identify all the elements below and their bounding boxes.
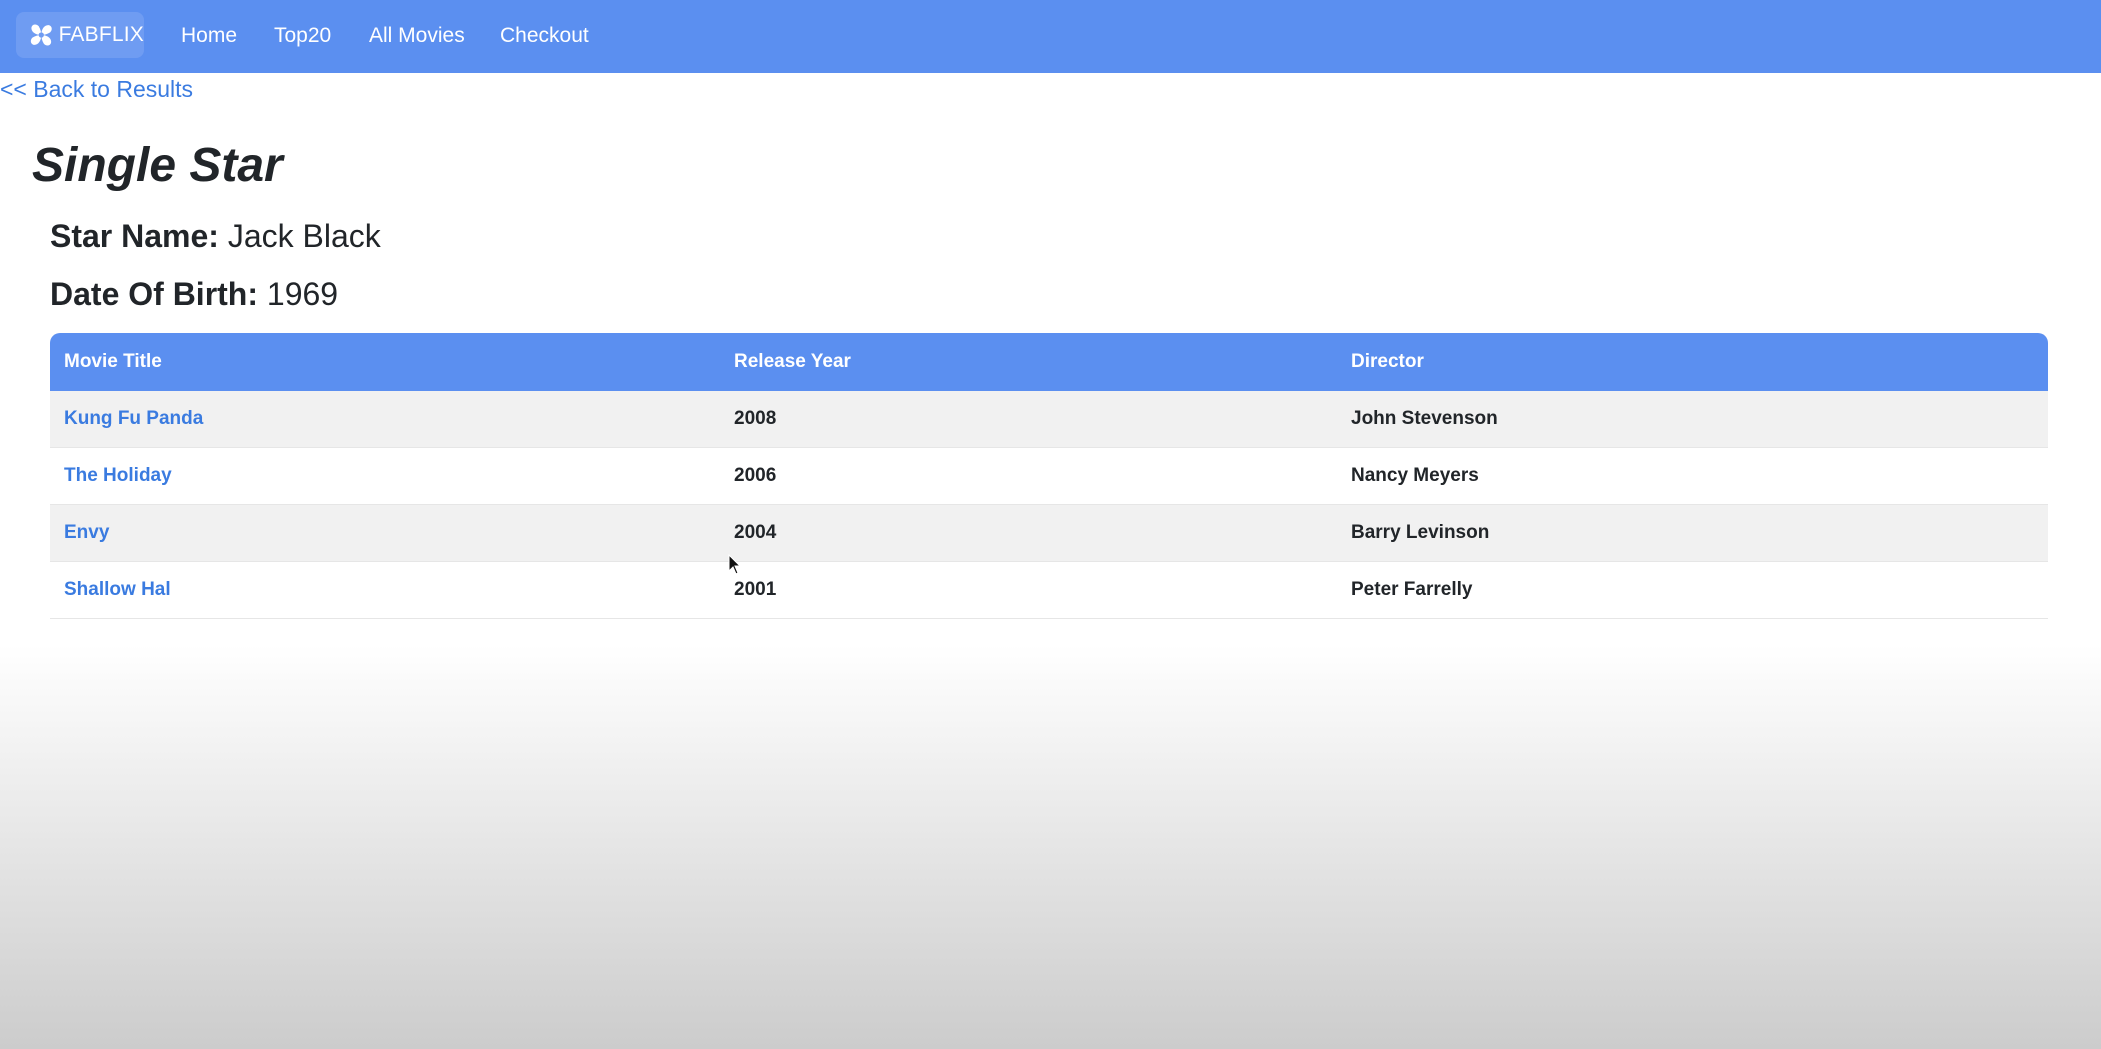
movie-title-link[interactable]: The Holiday bbox=[64, 465, 172, 486]
table-header-row: Movie Title Release Year Director bbox=[50, 333, 2048, 391]
release-year-cell: 2001 bbox=[720, 561, 1337, 619]
nav-top20-link[interactable]: Top20 bbox=[274, 22, 331, 50]
director-cell: Nancy Meyers bbox=[1337, 447, 2048, 505]
table-row: Envy 2004 Barry Levinson bbox=[50, 504, 2048, 562]
navbar: FABFLIX Home Top20 All Movies Checkout bbox=[0, 0, 2101, 73]
table-row: Kung Fu Panda 2008 John Stevenson bbox=[50, 391, 2048, 448]
nav-home-link[interactable]: Home bbox=[181, 22, 237, 50]
nav-checkout-link[interactable]: Checkout bbox=[500, 22, 589, 50]
page-title: Single Star bbox=[32, 139, 283, 192]
movie-title-link[interactable]: Envy bbox=[64, 522, 109, 543]
header-release-year: Release Year bbox=[734, 351, 851, 372]
fan-logo-icon bbox=[30, 24, 52, 46]
movie-title-cell: The Holiday bbox=[50, 447, 720, 505]
star-name-value: Jack Black bbox=[227, 218, 381, 254]
movie-title-link[interactable]: Kung Fu Panda bbox=[64, 408, 203, 429]
movie-title-cell: Shallow Hal bbox=[50, 561, 720, 619]
movie-title-cell: Kung Fu Panda bbox=[50, 391, 720, 448]
movies-table: Movie Title Release Year Director Kung F… bbox=[50, 333, 2048, 619]
star-name-label: Star Name: bbox=[50, 218, 219, 254]
director-cell: Barry Levinson bbox=[1337, 504, 2048, 562]
brand-button[interactable]: FABFLIX bbox=[16, 12, 144, 58]
star-dob-value: 1969 bbox=[266, 276, 339, 312]
movie-title-cell: Envy bbox=[50, 504, 720, 562]
mouse-cursor-icon bbox=[728, 554, 742, 575]
director-cell: Peter Farrelly bbox=[1337, 561, 2048, 619]
header-movie-title: Movie Title bbox=[64, 351, 162, 372]
table-row: Shallow Hal 2001 Peter Farrelly bbox=[50, 561, 2048, 619]
release-year-cell: 2004 bbox=[720, 504, 1337, 562]
release-year-cell: 2006 bbox=[720, 447, 1337, 505]
director-cell: John Stevenson bbox=[1337, 391, 2048, 448]
movie-title-link[interactable]: Shallow Hal bbox=[64, 579, 171, 600]
star-dob-line: Date Of Birth: 1969 bbox=[50, 274, 338, 314]
star-name-line: Star Name: Jack Black bbox=[50, 216, 381, 256]
header-director: Director bbox=[1351, 351, 1424, 372]
star-dob-label: Date Of Birth: bbox=[50, 276, 258, 312]
table-row: The Holiday 2006 Nancy Meyers bbox=[50, 447, 2048, 505]
release-year-cell: 2008 bbox=[720, 391, 1337, 448]
nav-all-movies-link[interactable]: All Movies bbox=[369, 22, 465, 50]
back-to-results-link[interactable]: << Back to Results bbox=[0, 75, 193, 103]
brand-name: FABFLIX bbox=[58, 23, 144, 46]
